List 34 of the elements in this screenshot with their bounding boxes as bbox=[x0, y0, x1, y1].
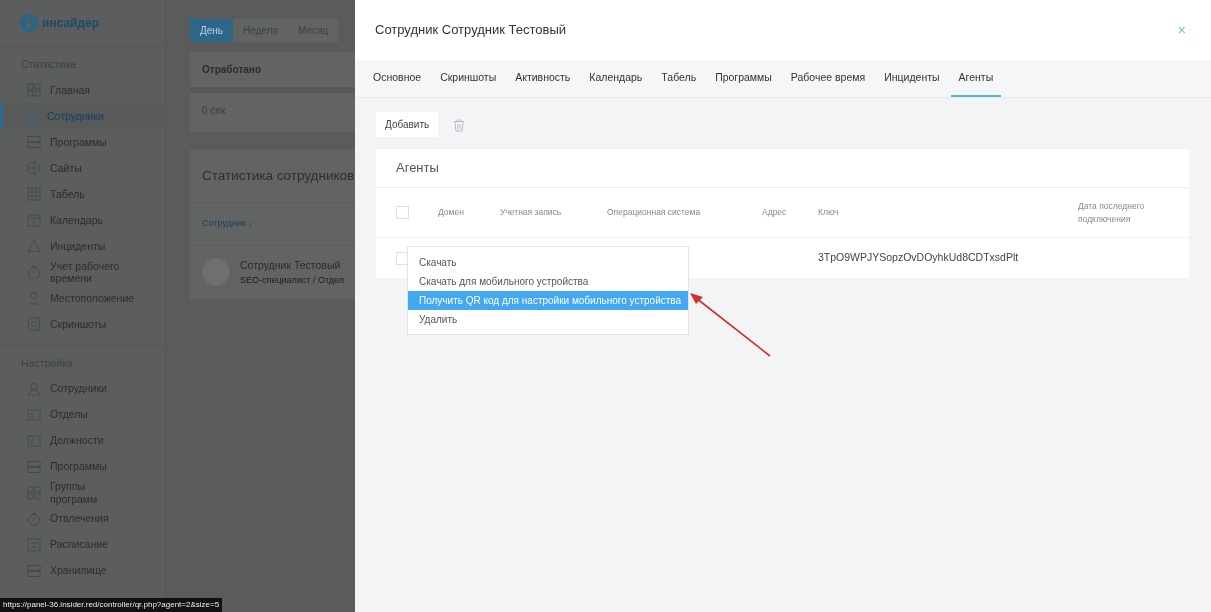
tab[interactable]: Основное bbox=[365, 60, 430, 97]
close-button[interactable]: × bbox=[1177, 19, 1186, 41]
table-cell-text: 3TpO9WPJYSopzOvDOyhkUd8CDTxsdPlt bbox=[818, 250, 1020, 266]
menu-item[interactable]: Скачать для мобильного устройства bbox=[408, 271, 688, 291]
tab[interactable]: Табель bbox=[653, 60, 705, 97]
column-header: Учетная запись bbox=[500, 206, 563, 220]
checkbox[interactable] bbox=[396, 206, 409, 220]
tab[interactable]: Скриншоты bbox=[432, 60, 505, 97]
card-title: Агенты bbox=[376, 148, 1189, 189]
column-header: Домен bbox=[438, 206, 465, 220]
period-tab[interactable]: День bbox=[190, 19, 234, 42]
menu-item[interactable]: Скачать bbox=[408, 252, 688, 272]
card-title: Отработано bbox=[201, 63, 262, 77]
logo-text: инсайдер bbox=[42, 15, 100, 32]
person-icon bbox=[24, 108, 38, 123]
tab[interactable]: Программы bbox=[707, 60, 780, 97]
logo-icon bbox=[20, 14, 38, 32]
tab[interactable]: Рабочее время bbox=[782, 60, 874, 97]
modal-title: Сотрудник Сотрудник Тестовый bbox=[375, 21, 567, 40]
status-bar-url: https://panel-36.insider.red/controller/qr.php?agent=2&size=5 bbox=[0, 598, 223, 612]
menu-item[interactable]: Получить QR код для настройки мобильного устройства bbox=[408, 290, 688, 310]
column-header: Дата последнего подключения bbox=[1078, 200, 1146, 226]
column-header: Адрес bbox=[762, 206, 788, 220]
employee-position: SEO-специалист / Отдел bbox=[240, 273, 344, 287]
column-header: Ключ bbox=[818, 206, 840, 220]
menu-item[interactable]: Удалить bbox=[408, 309, 688, 329]
tab[interactable]: Агенты bbox=[950, 60, 1002, 97]
add-button[interactable]: Добавить bbox=[376, 111, 439, 137]
tab[interactable]: Календарь bbox=[581, 60, 651, 97]
trash-icon bbox=[452, 118, 467, 133]
tab[interactable]: Активность bbox=[507, 60, 579, 97]
column-header: Операционная система bbox=[607, 206, 702, 220]
sidebar-item[interactable]: Сотрудники bbox=[0, 102, 165, 129]
tab[interactable]: Инциденты bbox=[876, 60, 948, 97]
